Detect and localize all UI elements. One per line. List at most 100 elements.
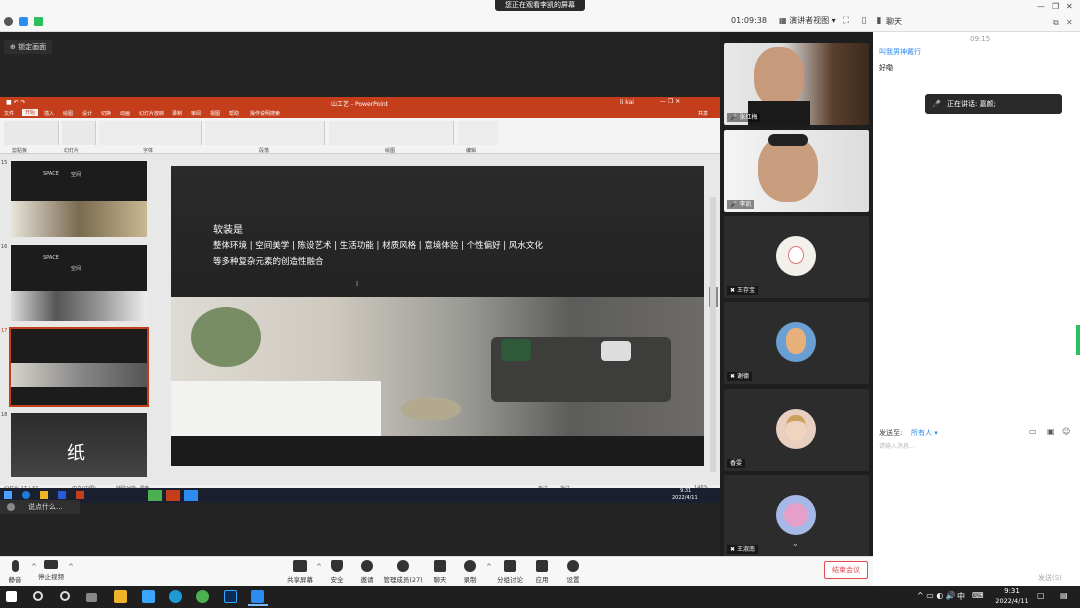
slide-thumbnail[interactable]: 纸 [11, 413, 147, 477]
invite-button[interactable]: 邀请 [350, 560, 384, 584]
save-chat-icon[interactable]: ▣ [1047, 427, 1055, 436]
clipboard-group[interactable] [4, 121, 59, 145]
chevron-down-icon[interactable]: ⌄ [792, 539, 799, 548]
mic-icon [11, 560, 19, 572]
stop-video-button[interactable]: 停止视频 [34, 560, 68, 581]
chevron-up-icon[interactable]: ^ [486, 563, 492, 571]
close-icon[interactable]: ✕ [1066, 2, 1076, 11]
tray-icons[interactable]: ^ ▭ ◐ 🔊 [917, 591, 956, 600]
send-to-label: 发送至: [879, 429, 903, 437]
breakout-button[interactable]: 分组讨论 [493, 560, 527, 584]
ime-indicator[interactable]: 中 [957, 591, 965, 602]
user-icon[interactable]: ☺ [1062, 427, 1070, 436]
ribbon-group-label: 幻灯片 [64, 148, 80, 154]
mute-button[interactable]: 静音 [0, 560, 32, 584]
slide-thumbnail[interactable]: SPACE 空间 [11, 161, 147, 237]
ppt-tab[interactable]: 帮助 [229, 110, 239, 117]
chat-input-bar[interactable]: 说点什么... [0, 500, 80, 514]
keyboard-icon[interactable]: ⌨ [972, 591, 984, 600]
minimize-icon[interactable]: — [1037, 2, 1047, 11]
cushion-shape [601, 341, 631, 361]
chevron-up-icon[interactable]: ^ [68, 563, 74, 571]
photoshop-icon[interactable] [224, 590, 237, 603]
slides-group[interactable] [62, 121, 96, 145]
ppt-tab[interactable]: 视图 [210, 110, 220, 117]
popout-icon[interactable]: ⧉ [1053, 18, 1059, 28]
ppt-search[interactable]: 操作说明搜索 [250, 110, 280, 117]
chrome-icon[interactable] [196, 590, 209, 603]
file-explorer-icon[interactable] [114, 590, 127, 603]
face-icon [786, 328, 806, 354]
ppt-tab[interactable]: 录制 [172, 110, 182, 117]
clock-date[interactable]: 2022/4/11 [990, 597, 1034, 605]
edge-icon[interactable] [169, 590, 182, 603]
editing-group[interactable] [458, 121, 498, 145]
paragraph-group[interactable] [205, 121, 325, 145]
chat-panel-title: 聊天 [886, 17, 902, 26]
ppt-window-controls[interactable]: — ❐ ✕ [660, 98, 680, 105]
chat-sender[interactable]: 叫我男神戴行 [879, 47, 921, 57]
info-icon[interactable] [4, 17, 13, 26]
video-tile[interactable]: ✖ 谢德 [724, 302, 869, 384]
ppt-tab-active[interactable]: 开始 [22, 109, 39, 116]
ppt-tab[interactable]: 审阅 [191, 110, 201, 117]
clock-time[interactable]: 9:31 [997, 587, 1027, 595]
restore-icon[interactable]: ❐ [1052, 2, 1062, 11]
font-group[interactable] [99, 121, 202, 145]
search-icon[interactable] [33, 591, 43, 601]
windows-start-icon[interactable] [6, 591, 17, 602]
slide-scrollbar[interactable] [710, 197, 716, 472]
video-tile[interactable]: 🎤 李凯 [724, 130, 869, 212]
share-screen-button[interactable]: 共享屏幕 [283, 560, 317, 584]
drawing-group[interactable] [329, 121, 454, 145]
slide-thumbnail-selected[interactable] [9, 327, 149, 407]
signal-icon[interactable] [34, 17, 43, 26]
grid-icon: ▦ [779, 16, 790, 25]
task-view-icon[interactable] [86, 593, 97, 602]
video-tile[interactable]: 香雯 [724, 389, 869, 471]
chevron-down-icon: ▾ [932, 429, 938, 437]
slide-thumbnail[interactable]: SPACE 空间 [11, 245, 147, 321]
chat-panel-icon[interactable]: ▮ [874, 16, 884, 26]
folder-icon [40, 491, 48, 499]
scroll-indicator[interactable] [1076, 325, 1080, 355]
store-icon[interactable] [142, 590, 155, 603]
ppt-tab[interactable]: 幻灯片放映 [139, 110, 164, 117]
chat-button[interactable]: 聊天 [423, 560, 457, 584]
end-meeting-button[interactable]: 结束会议 [824, 561, 868, 579]
meeting-app-icon[interactable] [251, 590, 264, 603]
ppt-tab[interactable]: 文件 [4, 110, 14, 117]
ppt-tab[interactable]: 插入 [44, 110, 54, 117]
participant-name: 🎤 张红梅 [727, 113, 761, 122]
save-icon[interactable]: ■ ↶ ↷ [6, 99, 26, 106]
panel-close-icon[interactable]: ✕ [1066, 18, 1073, 27]
meeting-icon [184, 490, 198, 501]
fullscreen-icon[interactable]: ⛶ [841, 16, 851, 26]
sidebar-toggle-icon[interactable]: ▯ [859, 16, 869, 26]
members-button[interactable]: 管理成员(27) [381, 560, 425, 584]
notes-icon[interactable]: ▢ [1037, 591, 1045, 600]
ppt-tab[interactable]: 绘图 [63, 110, 73, 117]
record-button[interactable]: 录制 [453, 560, 487, 584]
view-mode-button[interactable]: ▦ 演讲者视图 ▾ [775, 15, 840, 28]
video-tile[interactable]: ⌄ ✖ 王淑南 [724, 475, 869, 557]
lock-view-button[interactable]: ⊕ 锁定画面 [4, 40, 53, 54]
folder-icon[interactable]: ▭ [1029, 427, 1037, 436]
settings-button[interactable]: 设置 [556, 560, 590, 584]
shield-icon[interactable] [19, 17, 28, 26]
ppt-share[interactable]: 共享 [698, 110, 708, 117]
ribbon-group-label: 绘图 [385, 148, 396, 154]
send-to-dropdown[interactable]: 所有人 ▾ [911, 428, 938, 438]
video-tile[interactable]: 🎤 张红梅 [724, 43, 869, 125]
security-button[interactable]: 安全 [320, 560, 354, 584]
cortana-icon[interactable] [60, 591, 70, 601]
notification-icon[interactable]: ▤ [1060, 591, 1068, 600]
video-tile[interactable]: ✖ 王存宝 [724, 216, 869, 298]
ppt-tab[interactable]: 切换 [101, 110, 111, 117]
mic-icon: 🎤 [932, 100, 941, 108]
ppt-tab[interactable]: 设计 [82, 110, 92, 117]
ppt-tab[interactable]: 动画 [120, 110, 130, 117]
send-button[interactable]: 发送(S) [1038, 573, 1062, 583]
apps-button[interactable]: 应用 [525, 560, 559, 584]
chat-input[interactable]: 请输入消息... [879, 441, 915, 450]
